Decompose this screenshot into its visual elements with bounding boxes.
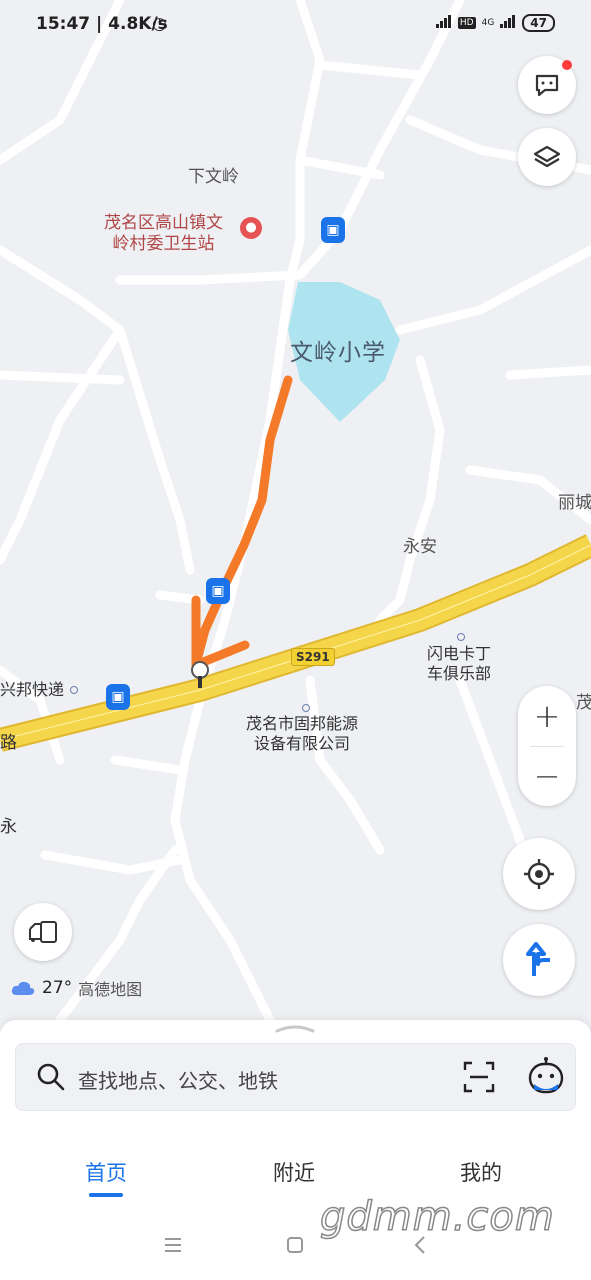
minor-roads (0, 0, 591, 1020)
poi-dot-icon (70, 686, 79, 694)
bus-stop-icon[interactable]: ▣ (321, 217, 345, 243)
road-label: 路 (0, 733, 17, 753)
weather-widget[interactable]: 27° 高德地图 (10, 976, 142, 1000)
home-icon[interactable] (286, 1236, 304, 1254)
app-brand: 高德地图 (78, 980, 143, 999)
voice-assistant-icon[interactable] (526, 1056, 566, 1096)
poi-label: 闪电卡丁 (427, 644, 492, 663)
hospital-icon[interactable]: ● (240, 217, 262, 239)
messages-button[interactable] (518, 56, 576, 114)
place-label: 丽城 (558, 493, 591, 513)
tab-nearby[interactable]: 附近 (234, 1157, 354, 1187)
poi-company[interactable]: 茂名市固邦能源 设备有限公司 (246, 704, 358, 754)
place-label: 永安 (403, 537, 437, 557)
bus-stop-icon[interactable]: ▣ (106, 684, 130, 710)
poi-label: 车俱乐部 (427, 664, 492, 683)
drag-handle-icon[interactable] (275, 1023, 315, 1033)
signal-icon (435, 15, 452, 31)
poi-dot-icon (302, 704, 310, 712)
status-bar: 15:47 | 4.8K/s ◷ HD 4G 47 (0, 0, 591, 52)
place-label: 永 (0, 817, 17, 837)
zoom-in-button[interactable]: + (518, 686, 576, 746)
place-label: 茂 (576, 693, 591, 713)
cloud-icon (11, 981, 35, 995)
route-shield: S291 (291, 648, 335, 666)
zoom-out-button[interactable]: − (518, 746, 576, 806)
network-type: 4G (481, 18, 495, 28)
place-label: 下文岭 (188, 167, 239, 187)
watermark: gdmm.com (319, 1193, 555, 1241)
bus-card-icon (29, 921, 57, 943)
signal-icon (500, 15, 516, 31)
temperature: 27° (42, 978, 73, 998)
map-view[interactable]: ▣ ▣ ▣ S291 下文岭 永安 丽城 茂 路 永 茂名区高山镇文 岭村委卫生… (0, 0, 591, 1020)
zoom-control[interactable]: + − (518, 686, 576, 806)
poi-label: 兴邦快递 (0, 680, 65, 699)
poi-label: 茂名市固邦能源 (246, 714, 359, 733)
notification-dot (562, 60, 572, 70)
poi-school[interactable]: 文岭小学 (290, 333, 386, 367)
menu-icon[interactable] (163, 1237, 183, 1253)
active-tab-indicator (89, 1193, 123, 1197)
poi-label: 茂名区高山镇文 (104, 213, 223, 233)
traffic-button[interactable] (14, 903, 72, 961)
status-indicators: HD 4G 47 (435, 14, 555, 32)
bottom-sheet[interactable]: 查找地点、公交、地铁 (0, 1020, 591, 1135)
locate-button[interactable] (503, 838, 575, 910)
tab-label: 我的 (460, 1161, 502, 1185)
route-button[interactable] (503, 924, 575, 996)
battery-indicator: 47 (522, 14, 555, 32)
layers-button[interactable] (518, 128, 576, 186)
route-arrow-icon (526, 942, 550, 976)
tab-mine[interactable]: 我的 (421, 1157, 541, 1187)
poi-label: 岭村委卫生站 (112, 234, 215, 254)
poi-clinic[interactable]: 茂名区高山镇文 岭村委卫生站 (104, 213, 223, 255)
crosshair-icon (524, 859, 554, 889)
tab-label: 附近 (273, 1161, 315, 1185)
divider (530, 746, 564, 747)
search-bar[interactable]: 查找地点、公交、地铁 (15, 1043, 576, 1111)
map-canvas[interactable] (0, 0, 591, 1020)
layers-icon (533, 145, 561, 168)
tab-home[interactable]: 首页 (46, 1157, 166, 1197)
bus-stop-icon[interactable]: ▣ (206, 578, 230, 604)
hand-drawn-arrow (191, 375, 293, 670)
poi-club[interactable]: 闪电卡丁 车俱乐部 (427, 633, 492, 684)
alarm-icon: ◷ (152, 14, 167, 34)
poi-label: 设备有限公司 (254, 734, 351, 753)
status-time: 15:47 | 4.8K/s (36, 14, 168, 34)
poi-dot-icon (457, 633, 465, 641)
chat-bubble-icon (535, 74, 559, 97)
hd-badge: HD (457, 17, 476, 29)
search-icon (37, 1063, 65, 1091)
search-input[interactable]: 查找地点、公交、地铁 (78, 1065, 278, 1094)
poi-express[interactable]: 兴邦快递 (0, 680, 79, 700)
tab-label: 首页 (85, 1161, 127, 1185)
scan-icon[interactable] (462, 1060, 496, 1094)
